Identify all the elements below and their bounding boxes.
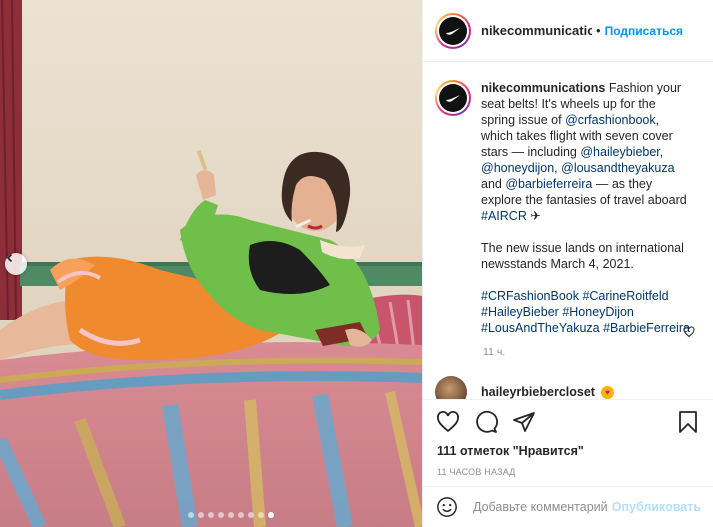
post-side-panel: nikecommunications • Подписаться nikecom… [422,0,713,527]
post-header: nikecommunications • Подписаться [423,0,713,62]
mention-barbieferreira[interactable]: @barbieferreira [505,177,592,191]
carousel-dot [228,512,234,518]
caption: nikecommunications Fashion your seat bel… [435,80,701,352]
mention-lousandtheyakuza[interactable]: @lousandtheyakuza [561,161,674,175]
plane-icon: ✈ [526,209,541,223]
caption-text: nikecommunications Fashion your seat bel… [481,80,693,352]
hashtag[interactable]: #CRFashionBook [481,289,579,303]
publish-button[interactable]: Опубликовать [612,500,701,514]
comment-icon [476,410,498,433]
hashtag-aircr[interactable]: #AIRCR [481,209,527,223]
hashtag[interactable]: #BarbieFerreira [603,321,690,335]
caption-username[interactable]: nikecommunications [481,81,605,95]
carousel-dot [268,512,274,518]
caption-avatar[interactable] [435,80,471,116]
hashtag[interactable]: #HoneyDijon [562,305,634,319]
header-username[interactable]: nikecommunications [481,23,592,38]
add-comment-bar: Опубликовать [423,486,713,527]
emoji-button[interactable] [435,495,459,519]
hashtag[interactable]: #CarineRoitfeld [582,289,668,303]
photo-illustration [0,0,422,527]
carousel-dot [238,512,244,518]
avatar[interactable] [435,12,471,49]
caption-paragraph-2: The new issue lands on international new… [481,241,684,271]
swoosh-logo-icon [446,27,460,35]
small-heart-icon [683,326,695,338]
comment-input[interactable] [473,500,608,514]
post-actions: 111 отметок "Нравится" 11 ЧАСОВ НАЗАД [423,399,713,477]
swoosh-logo-icon [446,95,460,102]
post-timestamp[interactable]: 11 ЧАСОВ НАЗАД [423,458,713,477]
comment-like-button[interactable] [683,325,695,343]
caption-and: and [481,177,506,191]
caption-comma-1: , [659,145,664,159]
emoji-icon [437,497,457,517]
carousel-dot [218,512,224,518]
mention-haileybieber[interactable]: @haileybieber [580,145,659,159]
carousel-dot [258,512,264,518]
mention-crfashionbook[interactable]: @crfashionbook [565,113,656,127]
bookmark-icon [679,411,697,433]
carousel-dot [188,512,194,518]
comment-button[interactable] [473,409,499,435]
comment-avatar[interactable] [435,376,467,399]
share-button[interactable] [511,409,537,435]
hashtag[interactable]: #HaileyBieber [481,305,559,319]
likes-count[interactable]: 111 отметок "Нравится" [423,444,713,458]
carousel-dot [208,512,214,518]
carousel-dot [248,512,254,518]
comments-section[interactable]: nikecommunications Fashion your seat bel… [423,62,713,399]
mention-honeydijon[interactable]: @honeydijon [481,161,554,175]
caption-hashtags: #CRFashionBook #CarineRoitfeld #HaileyBi… [481,288,693,336]
hashtag[interactable]: #LousAndTheYakuza [481,321,600,335]
header-separator: • [596,23,601,38]
like-button[interactable] [435,409,461,435]
carousel-dot [198,512,204,518]
follow-button[interactable]: Подписаться [605,24,683,38]
heart-icon [437,411,459,433]
save-button[interactable] [675,409,701,435]
heart-eyes-emoji-icon: ♥ [600,385,614,399]
chevron-left-icon [6,253,13,263]
share-icon [513,412,535,432]
comment-username[interactable]: haileyrbiebercloset [481,385,595,399]
post-photo[interactable] [0,0,422,527]
carousel-indicator [0,512,422,518]
comment-item: haileyrbiebercloset ♥ [435,376,701,399]
carousel-prev-button[interactable] [5,253,27,275]
